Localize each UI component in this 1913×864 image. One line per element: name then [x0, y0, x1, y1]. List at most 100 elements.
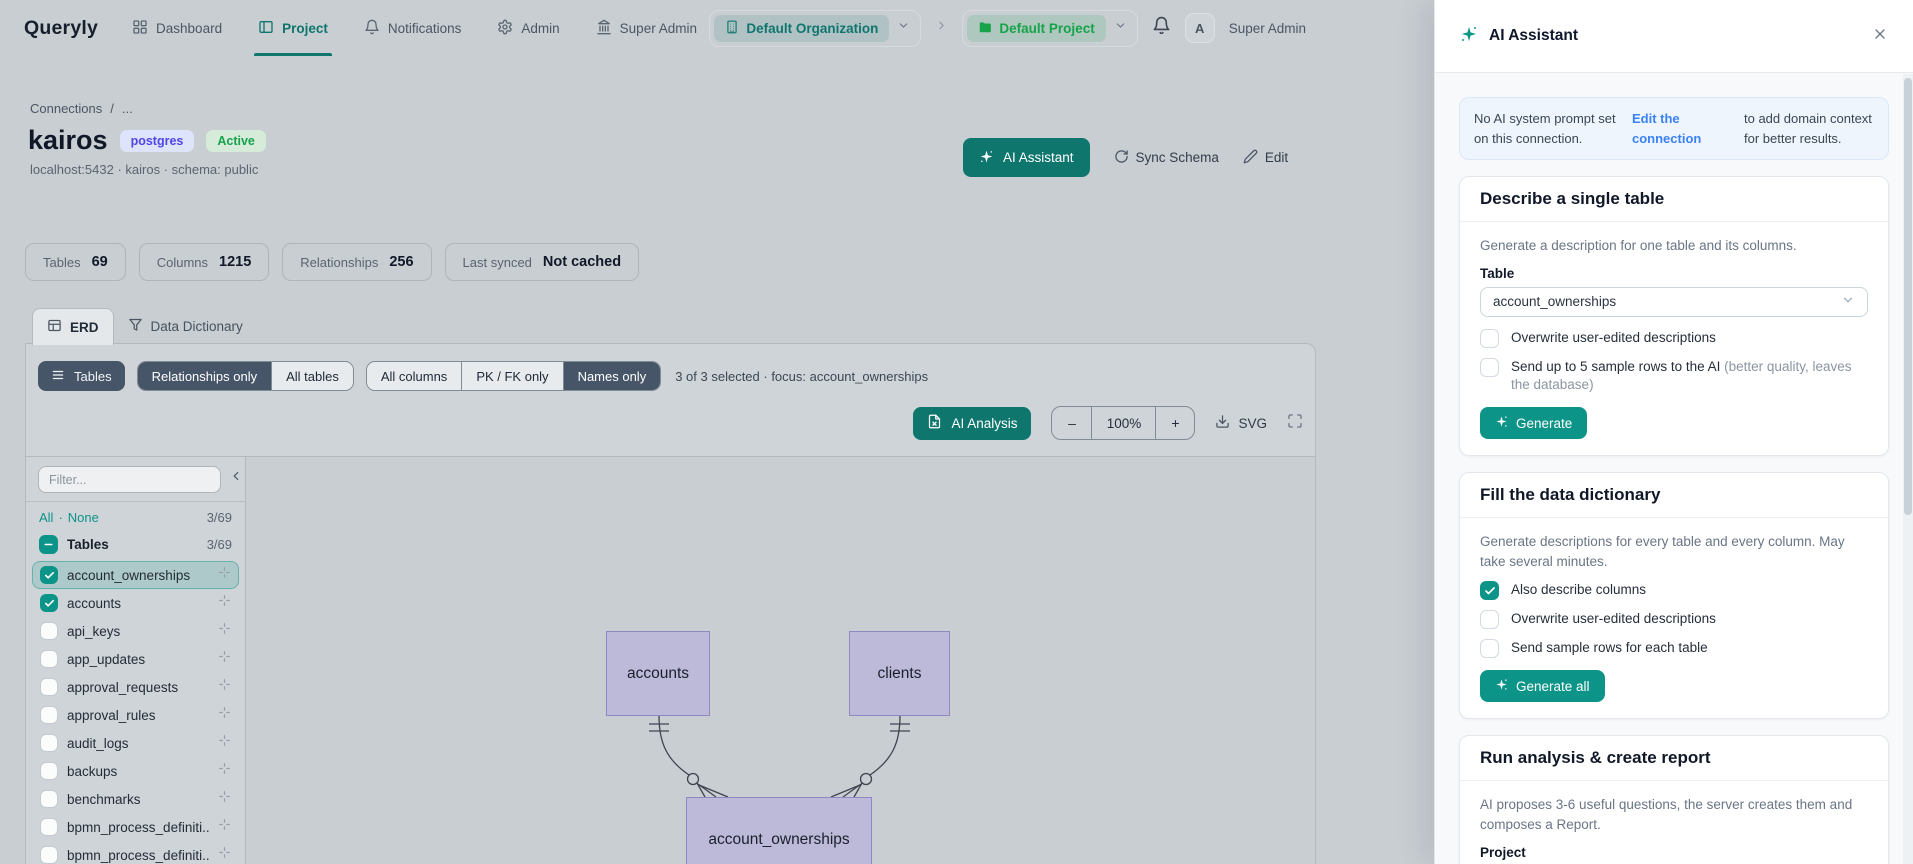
sync-schema-button[interactable]: Sync Schema — [1114, 149, 1219, 167]
table-row[interactable]: app_updates — [32, 645, 239, 673]
table-row[interactable]: audit_logs — [32, 729, 239, 757]
table-row[interactable]: approval_rules — [32, 701, 239, 729]
avatar[interactable]: A — [1184, 13, 1215, 43]
edit-button[interactable]: Edit — [1243, 149, 1288, 167]
row-checkbox[interactable] — [40, 790, 58, 808]
panel-scrollbar-thumb[interactable] — [1904, 78, 1912, 515]
nav-item-dashboard[interactable]: Dashboard — [132, 0, 222, 56]
checkbox[interactable] — [1480, 581, 1499, 601]
checkbox-label-main: Send up to 5 sample rows to the AI — [1511, 358, 1721, 374]
drag-handle-icon[interactable] — [218, 594, 231, 612]
brand-logo: Queryly — [24, 16, 99, 39]
table-row[interactable]: approval_requests — [32, 673, 239, 701]
segment-all-tables[interactable]: All tables — [271, 362, 353, 390]
checkbox[interactable] — [1480, 328, 1499, 348]
row-checkbox[interactable] — [40, 818, 58, 836]
drag-handle-icon[interactable] — [218, 790, 231, 808]
row-checkbox[interactable] — [40, 566, 58, 584]
card-title: Fill the data dictionary — [1460, 473, 1888, 519]
row-checkbox[interactable] — [40, 678, 58, 696]
sample-rows-checkbox-row[interactable]: Send up to 5 sample rows to the AI (bett… — [1480, 357, 1868, 396]
drag-handle-icon[interactable] — [218, 650, 231, 668]
describe-columns-checkbox-row[interactable]: Also describe columns — [1480, 581, 1868, 601]
sparkle-icon — [1495, 415, 1508, 431]
segment-all-columns[interactable]: All columns — [366, 362, 462, 390]
project-selector[interactable]: Default Project — [962, 9, 1138, 47]
table-row[interactable]: bpmn_process_definiti... — [32, 841, 239, 864]
segment-pk-fk-only[interactable]: PK / FK only — [461, 362, 563, 390]
fullscreen-icon[interactable] — [1287, 413, 1303, 434]
table-row[interactable]: api_keys — [32, 617, 239, 645]
card-body: Generate a description for one table and… — [1460, 222, 1888, 455]
tab-erd[interactable]: ERD — [32, 308, 114, 345]
erd-node-account-ownerships[interactable]: account_ownerships — [686, 797, 872, 864]
drag-handle-icon[interactable] — [218, 706, 231, 724]
overwrite-checkbox-row[interactable]: Overwrite user-edited descriptions — [1480, 328, 1868, 348]
export-svg-button[interactable]: SVG — [1215, 414, 1267, 432]
table-select[interactable]: account_ownerships — [1480, 286, 1868, 317]
checkbox[interactable] — [1480, 357, 1499, 377]
drag-handle-icon[interactable] — [218, 818, 231, 836]
generate-button[interactable]: Generate — [1480, 407, 1588, 440]
erd-node-accounts[interactable]: accounts — [606, 631, 710, 716]
drag-handle-icon[interactable] — [218, 734, 231, 752]
tables-group-row[interactable]: Tables 3/69 — [26, 528, 245, 559]
status-badge: Active — [206, 129, 266, 152]
close-icon[interactable] — [1872, 26, 1888, 47]
row-checkbox[interactable] — [40, 846, 58, 864]
table-row[interactable]: accounts — [32, 589, 239, 617]
table-row[interactable]: account_ownerships — [32, 561, 239, 589]
nav-item-project[interactable]: Project — [254, 0, 332, 56]
erd-canvas[interactable]: accounts clients account_ownerships — [246, 457, 1315, 864]
zoom-in-button[interactable]: + — [1155, 407, 1194, 439]
checkbox-label: Overwrite user-edited descriptions — [1511, 329, 1716, 345]
drag-handle-icon[interactable] — [218, 762, 231, 780]
generate-all-button[interactable]: Generate all — [1480, 670, 1605, 703]
breadcrumb-root[interactable]: Connections — [30, 101, 102, 116]
row-checkbox[interactable] — [40, 734, 58, 752]
checkbox[interactable] — [1480, 639, 1499, 659]
card-description: Generate a description for one table and… — [1480, 238, 1797, 253]
select-none-link[interactable]: None — [68, 510, 99, 525]
ai-analysis-button[interactable]: AI Analysis — [913, 406, 1032, 440]
table-row[interactable]: benchmarks — [32, 785, 239, 813]
checkbox[interactable] — [1480, 610, 1499, 630]
drag-handle-icon[interactable] — [218, 846, 231, 864]
ai-assistant-button[interactable]: AI Assistant — [963, 138, 1090, 177]
edit-connection-link[interactable]: Edit the connection — [1632, 109, 1732, 148]
row-checkbox[interactable] — [40, 594, 58, 612]
indeterminate-checkbox[interactable] — [39, 535, 58, 554]
drag-handle-icon[interactable] — [218, 622, 231, 640]
zoom-out-button[interactable]: – — [1052, 407, 1091, 439]
select-all-link[interactable]: All — [39, 510, 53, 525]
row-checkbox[interactable] — [40, 650, 58, 668]
overwrite-checkbox-row[interactable]: Overwrite user-edited descriptions — [1480, 610, 1868, 630]
tab-data-dictionary[interactable]: Data Dictionary — [114, 308, 257, 344]
sample-rows-checkbox-row[interactable]: Send sample rows for each table — [1480, 639, 1868, 659]
collapse-sidebar-icon[interactable] — [229, 469, 243, 491]
segment-names-only[interactable]: Names only — [562, 362, 661, 390]
tables-toggle-button[interactable]: Tables — [38, 361, 125, 391]
row-checkbox[interactable] — [40, 706, 58, 724]
row-checkbox[interactable] — [40, 622, 58, 640]
stat-value: Not cached — [542, 254, 622, 270]
drag-handle-icon[interactable] — [218, 566, 231, 584]
segment-relationships-only[interactable]: Relationships only — [137, 362, 272, 390]
nav-item-admin[interactable]: Admin — [497, 0, 560, 56]
table-name: approval_requests — [67, 679, 179, 695]
notifications-bell-icon[interactable] — [1152, 16, 1171, 40]
org-selector[interactable]: Default Organization — [709, 9, 922, 47]
table-row[interactable]: bpmn_process_definiti... — [32, 813, 239, 841]
table-row[interactable]: backups — [32, 757, 239, 785]
row-checkbox[interactable] — [40, 762, 58, 780]
checkbox-label: Send sample rows for each table — [1511, 640, 1708, 656]
filter-input[interactable] — [38, 466, 221, 493]
run-analysis-card: Run analysis & create report AI proposes… — [1459, 735, 1889, 864]
card-description: Generate descriptions for every table an… — [1480, 534, 1845, 569]
bell-icon — [364, 19, 380, 38]
stat-chip-tables: Tables 69 — [25, 243, 126, 281]
erd-node-clients[interactable]: clients — [849, 631, 950, 716]
drag-handle-icon[interactable] — [218, 678, 231, 696]
nav-item-notifications[interactable]: Notifications — [364, 0, 461, 56]
nav-item-super-admin[interactable]: Super Admin — [596, 0, 697, 56]
